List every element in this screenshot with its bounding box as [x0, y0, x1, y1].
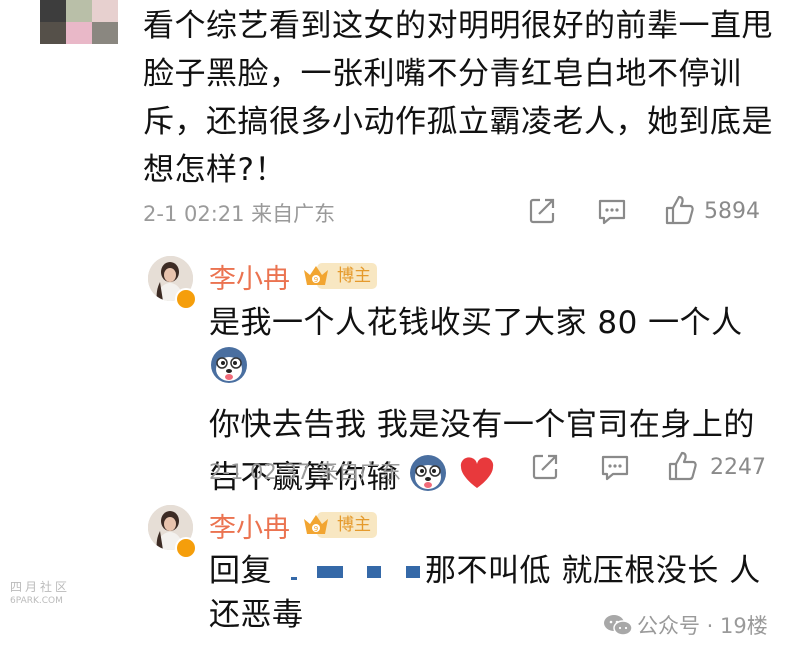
comment-icon[interactable] [600, 454, 630, 482]
redaction-mark [317, 566, 343, 578]
like-count: 5894 [704, 199, 760, 224]
wechat-watermark: 公众号 · 19楼 [603, 610, 768, 640]
blogger-badge: 9 博主 [301, 262, 377, 290]
comment-line: 想怎样?！ [143, 152, 286, 188]
verified-badge-icon [175, 537, 197, 559]
comment-text: 看个综艺看到这女的对明明很好的前辈一直甩 脸子黑脸，一张利嘴不分青红皂白地不停训… [143, 4, 783, 192]
reply-prefix: 回复 [209, 553, 272, 589]
level-number: 9 [314, 276, 318, 284]
reply-author-name[interactable]: 李小冉 [209, 506, 290, 545]
site-watermark: 四月社区 6PARK.COM [10, 580, 70, 608]
level-number: 9 [314, 525, 318, 533]
verified-badge-icon [175, 288, 197, 310]
user-avatar-mosaic[interactable] [40, 0, 118, 44]
wechat-icon [604, 615, 633, 636]
share-icon[interactable] [530, 452, 560, 482]
dog-emoji-icon [408, 453, 448, 505]
comment-line: 看个综艺看到这女的对明明很好的前辈一直甩 [143, 8, 773, 44]
reply-author-name[interactable]: 李小冉 [209, 257, 290, 296]
reply-meta: 2-1 02:37 来自广东 [209, 460, 402, 484]
watermark-text: 6PARK.COM [10, 596, 63, 606]
watermark-text: 四月社区 [10, 580, 71, 594]
watermark-text: 公众号 · 19楼 [637, 614, 768, 638]
heart-emoji-icon [459, 456, 495, 502]
blogger-badge: 9 博主 [301, 511, 377, 539]
share-icon[interactable] [527, 196, 557, 226]
crown-icon: 9 [304, 515, 328, 534]
like-icon[interactable] [664, 194, 696, 226]
reply-line: 还恶毒 [209, 597, 304, 633]
reply-line: 你快去告我 我是没有一个官司在身上的 [209, 407, 755, 443]
reply-suffix: 那不叫低 就压根没长 人 [425, 553, 761, 589]
redaction-mark [291, 577, 297, 580]
redaction-mark [406, 566, 420, 578]
like-icon[interactable] [667, 450, 699, 482]
redaction-mark [367, 566, 381, 578]
comment-meta: 2-1 02:21 来自广东 [143, 202, 336, 226]
comment-line: 斥，还搞很多小动作孤立霸凌老人，她到底是 [143, 104, 773, 140]
comment-line: 脸子黑脸，一张利嘴不分青红皂白地不停训 [143, 56, 742, 92]
dog-emoji-icon [209, 345, 249, 397]
like-count: 2247 [710, 455, 766, 480]
crown-icon: 9 [304, 266, 328, 285]
comment-icon[interactable] [597, 198, 627, 226]
reply-line: 是我一个人花钱收买了大家 80 一个人 [209, 305, 743, 341]
